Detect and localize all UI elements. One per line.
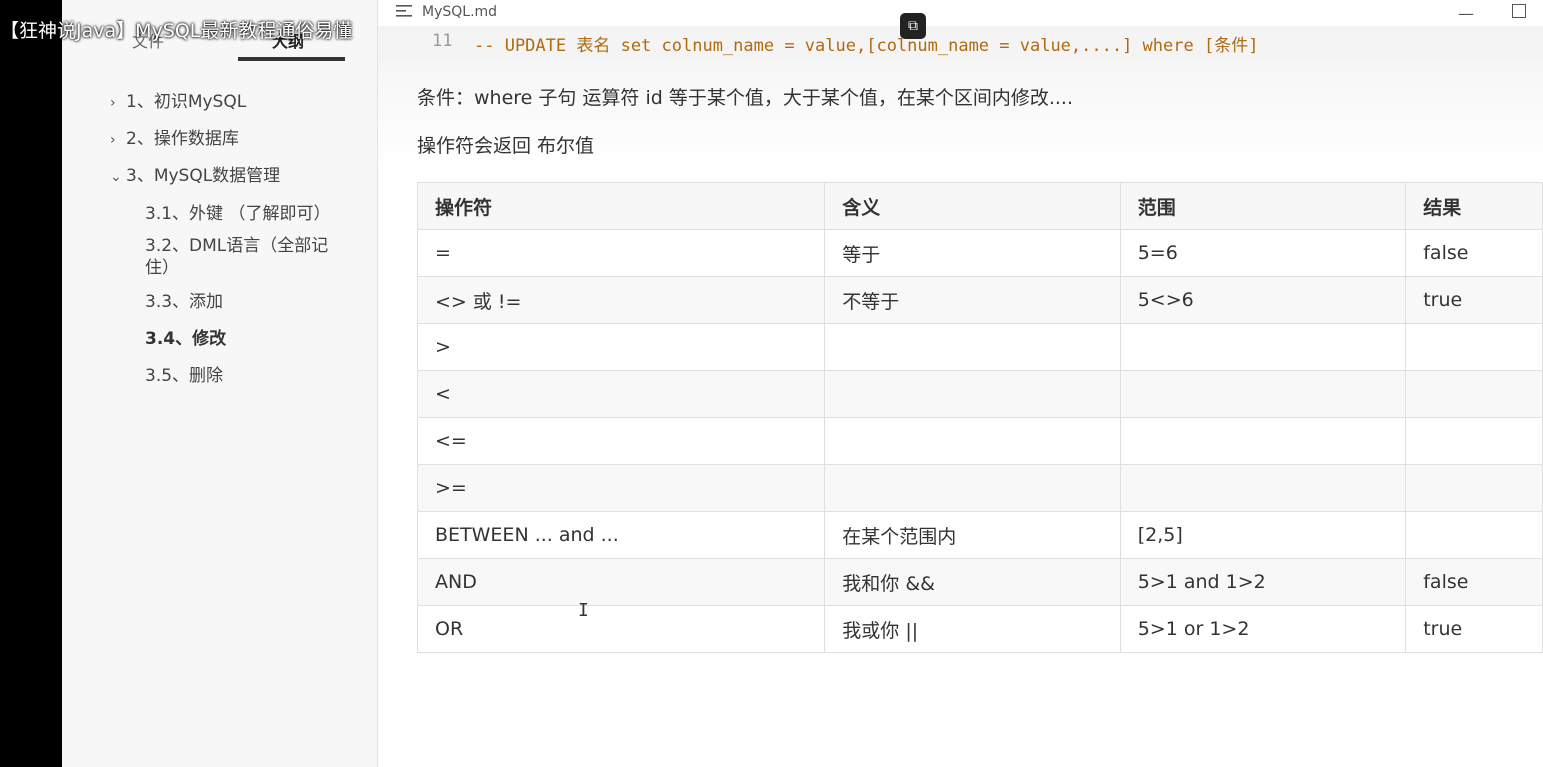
table-cell[interactable] xyxy=(1405,370,1543,418)
table-header-row: 操作符 含义 范围 结果 xyxy=(416,182,1543,230)
table-row: >= xyxy=(416,464,1543,512)
outline-item-label: 1、初识MySQL xyxy=(126,92,247,112)
table-row: < xyxy=(416,370,1543,418)
table-cell[interactable]: 5>1 or 1>2 xyxy=(1119,605,1407,653)
outline-item-label: 3.1、外键 （了解即可） xyxy=(145,204,331,224)
table-row: = 等于 5=6 false xyxy=(416,229,1543,277)
paragraph-boolean: 操作符会返回 布尔值 xyxy=(417,135,595,157)
chevron-right-icon: › xyxy=(110,132,116,148)
table-cell[interactable]: <> 或 != xyxy=(416,276,826,324)
outline-item-label: 2、操作数据库 xyxy=(126,129,239,149)
column-header: 结果 xyxy=(1405,182,1543,230)
outline-item-label: 3、MySQL数据管理 xyxy=(126,166,281,186)
table-cell[interactable] xyxy=(1405,323,1543,371)
table-row: AND 我和你 && 5>1 and 1>2 false xyxy=(416,558,1543,606)
table-cell[interactable] xyxy=(824,464,1121,512)
editor-pane: MySQL.md — ⧉ 11 -- UPDATE 表名 set colnum_… xyxy=(378,0,1543,767)
outline-item-3-4[interactable]: 3.4、修改 xyxy=(145,328,226,350)
outline-item-3-1[interactable]: 3.1、外键 （了解即可） xyxy=(145,203,330,225)
table-cell[interactable]: 在某个范围内 xyxy=(824,511,1121,559)
table-cell[interactable] xyxy=(1119,323,1407,371)
table-cell[interactable]: 5<>6 xyxy=(1119,276,1407,324)
outline-item-label: 3.5、删除 xyxy=(145,366,224,386)
title-bar: MySQL.md — xyxy=(378,0,1543,26)
table-cell[interactable]: 我或你 || xyxy=(824,605,1121,653)
table-cell[interactable] xyxy=(824,417,1121,465)
table-cell[interactable]: >= xyxy=(416,464,826,512)
code-text: -- UPDATE 表名 set colnum_name = value,[co… xyxy=(474,36,1259,56)
table-cell[interactable]: <= xyxy=(416,417,826,465)
table-cell[interactable] xyxy=(1119,464,1407,512)
table-cell[interactable]: 不等于 xyxy=(824,276,1121,324)
table-row: <> 或 != 不等于 5<>6 true xyxy=(416,276,1543,324)
table-cell[interactable]: false xyxy=(1405,229,1543,277)
chevron-down-icon: ⌄ xyxy=(110,169,122,185)
operators-table: 操作符 含义 范围 结果 = 等于 5=6 false <> 或 != 不等于 … xyxy=(416,182,1543,653)
table-row: BETWEEN ... and ... 在某个范围内 [2,5] xyxy=(416,511,1543,559)
table-row: > xyxy=(416,323,1543,371)
outline-item-3[interactable]: ⌄ 3、MySQL数据管理 xyxy=(110,165,280,188)
table-cell[interactable]: true xyxy=(1405,276,1543,324)
sidebar: 文件 大纲 › 1、初识MySQL › 2、操作数据库 ⌄ 3、MySQL数据管理 3… xyxy=(62,0,378,767)
column-header: 范围 xyxy=(1119,182,1407,230)
table-cell[interactable]: OR xyxy=(416,605,826,653)
table-cell[interactable] xyxy=(1405,511,1543,559)
table-cell[interactable]: [2,5] xyxy=(1119,511,1407,559)
outline-item-3-5[interactable]: 3.5、删除 xyxy=(145,365,223,387)
maximize-icon[interactable] xyxy=(1512,4,1526,18)
menu-icon[interactable] xyxy=(396,4,412,18)
column-header: 操作符 xyxy=(416,182,826,230)
table-cell[interactable] xyxy=(824,323,1121,371)
table-cell[interactable]: = xyxy=(416,229,826,277)
active-tab-indicator xyxy=(238,57,345,61)
code-line-number: 11 xyxy=(432,31,453,51)
table-row: <= xyxy=(416,417,1543,465)
table-cell[interactable]: false xyxy=(1405,558,1543,606)
table-cell[interactable]: 我和你 && xyxy=(824,558,1121,606)
minimize-icon[interactable]: — xyxy=(1458,4,1474,23)
table-cell[interactable] xyxy=(1405,464,1543,512)
table-cell[interactable]: < xyxy=(416,370,826,418)
outline-item-2[interactable]: › 2、操作数据库 xyxy=(110,128,239,151)
ibeam-cursor-icon: I xyxy=(578,600,589,621)
outline-item-label: 3.4、修改 xyxy=(145,329,227,349)
outline-item-label: 3.3、添加 xyxy=(145,292,224,312)
video-letterbox xyxy=(0,0,62,767)
video-title-overlay: 【狂神说Java】MySQL最新教程通俗易懂 xyxy=(0,20,353,42)
table-cell[interactable] xyxy=(1405,417,1543,465)
table-cell[interactable] xyxy=(1119,370,1407,418)
table-cell[interactable] xyxy=(1119,417,1407,465)
table-cell[interactable] xyxy=(824,370,1121,418)
outline-item-label: 3.2、DML语言（全部记住） xyxy=(145,236,329,278)
table-cell[interactable]: 等于 xyxy=(824,229,1121,277)
pip-icon[interactable]: ⧉ xyxy=(900,13,926,39)
table-cell[interactable]: > xyxy=(416,323,826,371)
column-header: 含义 xyxy=(824,182,1121,230)
table-cell[interactable]: BETWEEN ... and ... xyxy=(416,511,826,559)
table-cell[interactable]: AND xyxy=(416,558,826,606)
outline-item-3-3[interactable]: 3.3、添加 xyxy=(145,291,223,313)
code-block[interactable]: 11 -- UPDATE 表名 set colnum_name = value,… xyxy=(378,26,1543,60)
document-title: MySQL.md xyxy=(422,4,498,20)
table-cell[interactable]: true xyxy=(1405,605,1543,653)
outline-item-1[interactable]: › 1、初识MySQL xyxy=(110,91,246,114)
table-cell[interactable]: 5=6 xyxy=(1119,229,1407,277)
outline-item-3-2[interactable]: 3.2、DML语言（全部记住） xyxy=(145,235,345,279)
table-cell[interactable]: 5>1 and 1>2 xyxy=(1119,558,1407,606)
chevron-right-icon: › xyxy=(110,95,116,111)
paragraph-conditions: 条件：where 子句 运算符 id 等于某个值，大于某个值，在某个区间内修改.… xyxy=(417,87,1074,109)
